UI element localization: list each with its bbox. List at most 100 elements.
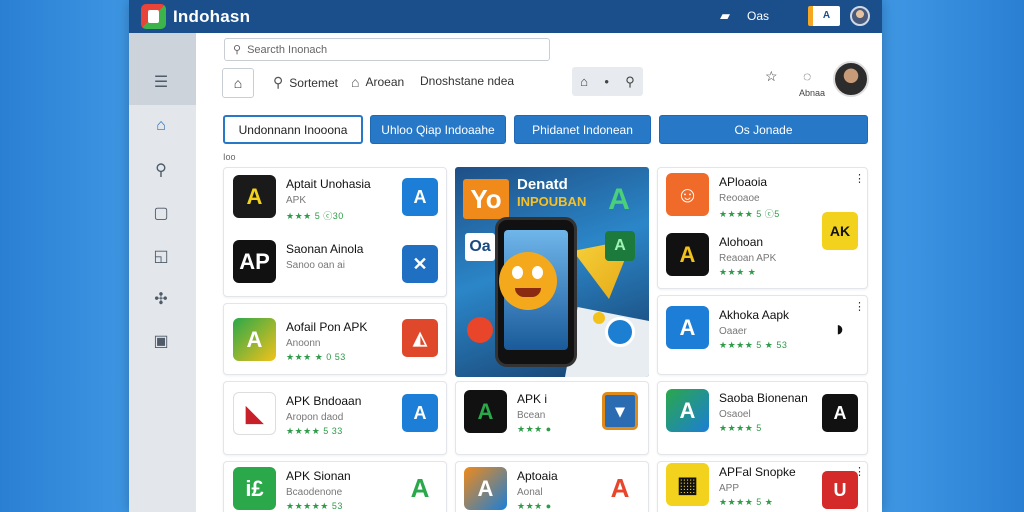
app-name: Saoba Bionenan: [719, 391, 808, 405]
app-list-item[interactable]: AP Saonan Ainola Sanoo oan ai: [233, 240, 363, 283]
banner-decoration: [565, 307, 649, 377]
app-list-item[interactable]: i£ APK Sionan Bcaodenone ★★★★★ 53: [233, 467, 351, 512]
app-side-icon[interactable]: AK: [822, 212, 858, 250]
folder-icon[interactable]: ▢: [149, 202, 173, 224]
app-subtitle: APP: [719, 483, 740, 494]
app-list-item[interactable]: A Saoba Bionenan Osaoel ★★★★ 5: [666, 389, 808, 434]
nav-link-label: Dnoshstane ndea: [420, 74, 515, 88]
app-name: APFal Snopke: [719, 465, 796, 479]
document-icon[interactable]: ◱: [149, 245, 173, 267]
user-icon[interactable]: ⚲: [149, 159, 173, 181]
app-icon: A: [666, 306, 709, 349]
app-side-icon[interactable]: A: [602, 469, 638, 507]
app-list-item[interactable]: ▦ APFal Snopke APP ★★★★ 5 ★: [666, 463, 796, 508]
search-input[interactable]: ⚲ Searcth Inonach: [224, 38, 550, 61]
app-card[interactable]: ☺ APloaoia Reooaoe ★★★★ 5 ⓒ5 ⋮ AK A Aloh…: [657, 167, 868, 289]
bell-icon[interactable]: ◌: [803, 68, 811, 84]
app-side-icon[interactable]: A: [402, 469, 438, 507]
app-subtitle: Reooaoe: [719, 193, 760, 204]
language-badge[interactable]: A: [808, 6, 840, 26]
app-name: APK i: [517, 392, 548, 406]
app-name: Alohoan: [719, 235, 764, 249]
app-name: Saonan Ainola: [286, 242, 364, 256]
app-list-item[interactable]: A Akhoka Aapk Oaaer ★★★★ 5 ★ 53: [666, 306, 789, 351]
app-card[interactable]: A APK i Bcean ★★★ ● ▾: [455, 381, 649, 455]
tab-button-2[interactable]: Uhloo Qiap Indoaahe: [370, 115, 506, 144]
filter-chip[interactable]: ⌂ • ⚲: [572, 67, 643, 96]
nav-link-label: Aroean: [365, 75, 405, 89]
app-side-icon[interactable]: A: [402, 178, 438, 216]
app-card[interactable]: A Aptait Unohasia APK ★★★ 5 ⓒ30 A AP Sao…: [223, 167, 447, 297]
tab-button-4[interactable]: Os Jonade: [659, 115, 868, 144]
app-icon: AP: [233, 240, 276, 283]
featured-banner[interactable]: Yo Denatd INPOUBAN A Oa A: [455, 167, 649, 377]
app-card[interactable]: A Aofail Pon APK Anoonn ★★★ ★ 0 53 ◭: [223, 303, 447, 375]
app-icon: A: [464, 467, 507, 510]
app-side-icon[interactable]: ▾: [602, 392, 638, 430]
app-card[interactable]: A Aptoaia Aonal ★★★ ● A: [455, 461, 649, 512]
chat-icon[interactable]: ▰: [717, 9, 733, 23]
banner-decoration: [605, 317, 635, 347]
home-outline-icon: ⌂: [351, 74, 360, 90]
app-card[interactable]: ◣ APK Bndoaan Aropon daod ★★★★ 5 33 A: [223, 381, 447, 455]
app-rating: ★★★★ 5 ★ 53: [719, 340, 788, 350]
page-icon[interactable]: ▣: [149, 330, 173, 352]
app-side-icon[interactable]: A: [402, 394, 438, 432]
app-name: Akhoka Aapk: [719, 308, 790, 322]
app-side-icon[interactable]: ◭: [402, 319, 438, 357]
app-subtitle: APK: [286, 195, 307, 206]
app-list-item[interactable]: A Aptait Unohasia APK ★★★ 5 ⓒ30: [233, 175, 371, 222]
title-bar: Indohasn ▰ Oas A: [129, 0, 882, 33]
app-rating: ★★★ ●: [517, 424, 552, 434]
app-logo: [141, 4, 166, 29]
app-icon: A: [233, 175, 276, 218]
banner-badge: Yo: [463, 179, 509, 219]
banner-logo-icon: A: [608, 183, 630, 216]
user-avatar[interactable]: [850, 6, 870, 26]
app-side-icon[interactable]: ✕: [402, 245, 438, 283]
app-card[interactable]: A Akhoka Aapk Oaaer ★★★★ 5 ★ 53 ⋮ ◗: [657, 295, 868, 375]
home-button[interactable]: ⌂: [222, 68, 254, 98]
app-side-icon[interactable]: A: [822, 394, 858, 432]
tab-button-1[interactable]: Undonnann Inooona: [223, 115, 363, 144]
nav-link-aroean[interactable]: ⌂ Aroean: [351, 74, 404, 90]
nav-link-sortemet[interactable]: ⚲ Sortemet: [273, 74, 338, 91]
app-card[interactable]: ▦ APFal Snopke APP ★★★★ 5 ★ ⋮ U: [657, 461, 868, 512]
puzzle-icon[interactable]: ✣: [149, 288, 173, 310]
more-options-icon[interactable]: ⋮: [854, 172, 865, 185]
nav-link-dnoshstane[interactable]: Dnoshstane ndea: [420, 74, 514, 88]
search-icon: ⚲: [273, 74, 284, 90]
menu-icon[interactable]: ☰: [149, 71, 173, 93]
app-subtitle: Oaaer: [719, 326, 747, 337]
app-subtitle: Reaoan APK: [719, 253, 777, 264]
app-list-item[interactable]: ☺ APloaoia Reooaoe ★★★★ 5 ⓒ5: [666, 173, 780, 220]
tag-icon: ⌂: [580, 74, 589, 89]
section-label: Ioo: [223, 152, 236, 162]
app-list-item[interactable]: ◣ APK Bndoaan Aropon daod ★★★★ 5 33: [233, 392, 361, 437]
app-side-icon[interactable]: ◗: [822, 310, 858, 348]
app-list-item[interactable]: A Aofail Pon APK Anoonn ★★★ ★ 0 53: [233, 318, 367, 363]
app-icon: A: [233, 318, 276, 361]
app-side-icon[interactable]: U: [822, 471, 858, 509]
app-rating: ★★★ 5 ⓒ30: [286, 211, 344, 221]
star-icon[interactable]: ☆: [765, 68, 778, 85]
search-placeholder: Searcth Inonach: [247, 43, 328, 56]
app-subtitle: Osaoel: [719, 409, 751, 420]
app-list-item[interactable]: A APK i Bcean ★★★ ●: [464, 390, 552, 435]
profile-avatar[interactable]: [833, 61, 869, 97]
app-card[interactable]: i£ APK Sionan Bcaodenone ★★★★★ 53 A: [223, 461, 447, 512]
tab-button-3[interactable]: Phidanet Indonean: [514, 115, 651, 144]
app-icon: ◣: [233, 392, 276, 435]
dot-icon: •: [604, 74, 609, 89]
app-rating: ★★★★ 5 ★: [719, 497, 774, 507]
app-list-item[interactable]: A Aptoaia Aonal ★★★ ●: [464, 467, 558, 512]
app-icon: i£: [233, 467, 276, 510]
app-icon: ▦: [666, 463, 709, 506]
app-rating: ★★★★★ 53: [286, 501, 343, 511]
home-icon[interactable]: ⌂: [149, 115, 173, 137]
app-list-item[interactable]: A Alohoan Reaoan APK ★★★ ★: [666, 233, 776, 278]
app-name: APK Bndoaan: [286, 394, 362, 408]
app-card[interactable]: A Saoba Bionenan Osaoel ★★★★ 5 A: [657, 381, 868, 455]
banner-title: Denatd: [517, 176, 568, 193]
main-content: ⚲ Searcth Inonach ⌂ ⚲ Sortemet ⌂ Aroean …: [196, 33, 882, 512]
